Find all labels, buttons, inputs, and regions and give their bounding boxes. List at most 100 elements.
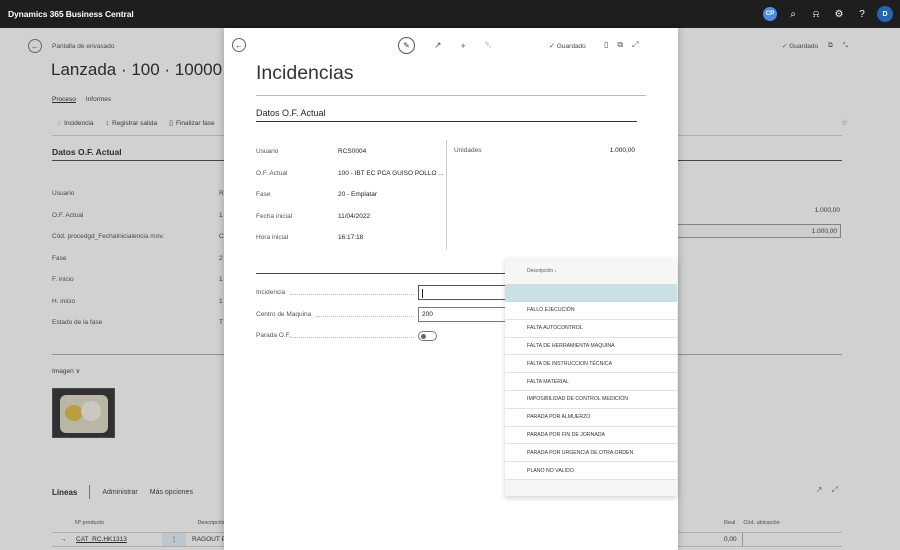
row-product[interactable]: CAT_RC.HK1313 [76,536,127,543]
row-menu-button[interactable]: ⋮ [162,533,186,546]
parada-of-toggle[interactable] [418,331,437,341]
field-fase: Fase 20 - Emplatar [256,191,378,199]
food-portion [81,401,101,421]
gear-icon[interactable]: ⚙ [828,3,850,25]
dropdown-option[interactable]: FALLO EJECUCIÓN [505,302,677,320]
column-divider [446,140,447,250]
copilot-icon[interactable]: CP [759,3,781,25]
field-fecha-inicial: Fecha inicial 11/04/2022 [256,212,371,220]
edit-button[interactable]: ✎ [398,37,415,54]
open-new-window-icon[interactable]: ⧉ [828,42,833,50]
page-tabs: Proceso Informes [52,96,111,103]
dialog-back-button[interactable]: ← [232,38,246,52]
action-registrar-salida[interactable]: ↕ Registrar salida [105,119,157,127]
top-bar: Dynamics 365 Business Central CP ⌕ ⍾ ⚙ ?… [0,0,900,28]
search-icon[interactable]: ⌕ [782,3,804,25]
bookmark-icon[interactable]: ▯ [604,40,608,50]
expand-icon[interactable]: ⤢ [832,485,838,495]
info-fields: Usuario RCS0004 O.F. Actual 100 - IBT EC P… [256,141,446,249]
dialog-toolbar: ✎ ↗ + ␡ [398,37,492,54]
field-cod-proced: Cód. procedgd_FechaInicialencia mov. C [52,233,224,241]
share-icon[interactable]: ↗ [816,485,823,495]
lightbulb-icon: ◌ [57,119,62,127]
dropdown-option[interactable]: IMPOSIBILIDAD DE CONTROL MEDICIÓN [505,390,677,409]
lines-mas-opciones[interactable]: Más opciones [150,489,193,496]
share-button[interactable]: ↗ [434,40,442,51]
saved-status: ✓ Guardado [549,42,586,51]
page-header-right: ✓ Guardado ⧉ ⤡ [782,42,848,50]
lines-columns-right: Real Cód. ubicación [724,520,780,526]
col-product: Nº producto [75,520,104,526]
register-icon: ↕ [105,119,109,127]
col-desc: Descripción [197,520,227,526]
divider [89,485,91,499]
dropdown-option[interactable]: PARADA POR URGENCIA DE OTRA ORDEN [505,444,677,463]
dropdown-selected-row[interactable] [505,284,677,302]
lines-header: Líneas Administrar Más opciones [52,485,193,499]
back-button[interactable]: ← [28,39,42,53]
action-finalizar-fase[interactable]: ▯ Finalizar fase [169,119,215,128]
field-f-inicio: F. inicio 1 [52,276,223,284]
row-location-cell[interactable] [742,533,842,546]
row-real: 0,00 [724,536,737,543]
col-real: Real [724,520,736,526]
dropdown-option[interactable]: FALTA MATERIAL [505,373,677,391]
page-caption: Pantalla de envasado [52,43,115,50]
app-title: Dynamics 365 Business Central [8,9,134,19]
lines-columns: Nº producto Descripción [75,520,226,526]
field-h-inicio: H. inicio 1 [52,297,223,305]
parada-label: Parada O.F. [256,332,291,340]
field-estado-fase: Estado de la fase T [52,319,223,327]
image-label[interactable]: Imagen ∨ [52,367,80,375]
field-of-actual: O.F. Actual 1 [52,211,223,219]
row-centro-maquina: Centro de Maquina 200 [256,304,516,326]
divider [256,273,505,274]
tab-informes[interactable]: Informes [86,96,111,103]
incidencia-dropdown: Descripción ↓ FALLO EJECUCIÓN FALTA AUTO… [505,258,677,496]
action-bar: ◌ Incidencia ↕ Registrar salida ▯ Finalizar… [57,119,215,128]
collapse-icon[interactable]: ⤡ [843,42,848,50]
background-fields: Usuario R O.F. Actual 1 Cód. procedgd_Fech… [52,183,252,334]
dropdown-option[interactable]: PLANO NO VALIDO [505,462,677,480]
new-button[interactable]: + [461,41,466,51]
incidencia-input[interactable] [418,285,506,300]
dropdown-header[interactable]: Descripción ↓ [505,258,677,284]
lines-administrar[interactable]: Administrar [102,489,137,496]
centro-label: Centro de Maquina [256,310,312,318]
tab-proceso[interactable]: Proceso [52,96,76,103]
top-bar-icons: CP ⌕ ⍾ ⚙ ? D [758,0,896,28]
lines-icons: ↗ ⤢ [816,485,838,495]
section-title: Datos O.F. Actual [52,147,122,157]
pin-icon[interactable]: ☆ [841,118,848,127]
pencil-icon: ✎ [403,41,410,50]
expand-icon[interactable]: ⤢ [632,40,638,50]
user-avatar-button[interactable]: D [874,3,896,25]
toggle-knob [421,334,426,339]
dropdown-option[interactable]: FALTA DE HERRAMIENTA MAQUINA [505,337,677,356]
help-icon[interactable]: ? [851,3,873,25]
check-icon: ✓ [549,43,555,50]
lines-title: Líneas [52,487,78,497]
dropdown-option[interactable]: PARADA POR FIN DE JORNADA [505,426,677,445]
dropdown-option[interactable]: FALTA AUTOCONTROL [505,319,677,338]
dropdown-option[interactable]: PARADA POR ALMUERZO [505,408,677,427]
field-usuario: Usuario RCS0004 [256,148,367,156]
avatar: D [877,6,893,22]
incidencia-label: Incidencia [256,289,286,297]
bell-icon[interactable]: ⍾ [805,3,827,25]
dropdown-option[interactable]: FALTA DE INSTRUCCION TÉCNICA [505,355,677,374]
text-caret [422,289,423,298]
row-incidencia: Incidencia [256,282,516,304]
section-title: Datos O.F. Actual [256,108,326,118]
centro-maquina-input[interactable]: 200 [418,306,506,322]
field-hora-inicial: Hora inicial 16:17:18 [256,234,364,242]
open-new-window-icon[interactable]: ⧉ [617,40,623,50]
action-incidencia[interactable]: ◌ Incidencia [57,119,93,127]
field-fase: Fase 2 [52,254,223,262]
saved-status: ✓ Guardado [781,43,819,50]
right-value-1: 1.000,00 [814,207,840,214]
row-arrow-icon: → [60,536,67,543]
delete-button[interactable]: ␡ [485,40,492,51]
right-value-2[interactable]: 1.000,00 [676,224,841,238]
product-image[interactable] [52,388,115,438]
